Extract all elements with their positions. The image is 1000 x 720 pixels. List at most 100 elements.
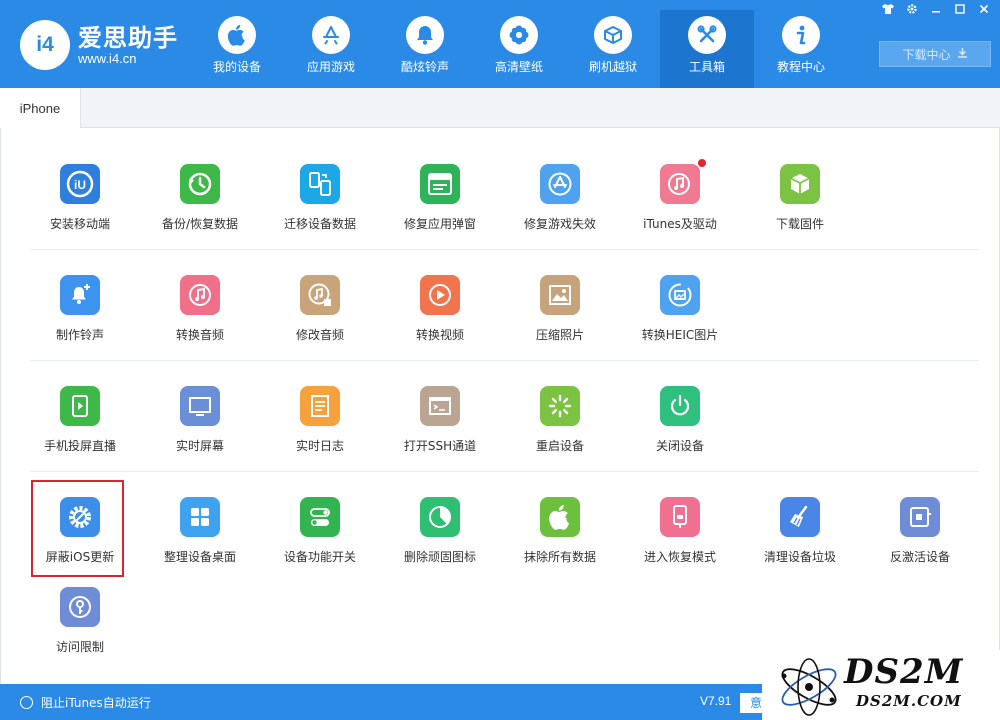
apple-id-icon [420,164,460,204]
tools-icon [688,16,726,54]
tool-label: 删除顽固图标 [403,550,476,564]
update-badge-dot [698,159,706,167]
nav-item-toolbox[interactable]: 工具箱 [660,10,754,88]
tool-label: 转换音频 [175,328,224,342]
tool-open-ssh[interactable]: 打开SSH通道 [380,386,500,486]
tool-convert-heic[interactable]: 转换HEIC图片 [620,275,740,375]
tool-make-ringtone[interactable]: 制作铃声 [20,275,140,375]
tool-label: 迁移设备数据 [283,217,356,231]
tool-download-firmware[interactable]: 下载固件 [740,164,860,264]
grid-icon [180,497,220,537]
tool-shutdown-device[interactable]: 关闭设备 [620,386,740,486]
heic-image-icon [660,275,700,315]
tool-delete-stubborn-icon[interactable]: 删除顽固图标 [380,497,500,597]
audio-edit-icon [300,275,340,315]
nav-item-my-device[interactable]: 我的设备 [190,10,284,80]
tool-label: 清理设备垃圾 [763,550,836,564]
tool-label: 转换HEIC图片 [641,328,719,342]
tool-label: 关闭设备 [655,439,704,453]
tool-label: 安装移动端 [49,217,110,231]
bell-plus-icon [60,275,100,315]
app-store-icon [312,16,350,54]
monitor-icon [180,386,220,426]
logo-mark: i4 [20,20,70,70]
nav-item-tutorials[interactable]: 教程中心 [754,10,848,80]
watermark: DS2M DS2M.COM [762,650,1000,720]
tool-label: 下载固件 [775,217,824,231]
nav-label: 刷机越狱 [588,60,637,74]
tool-label: 整理设备桌面 [163,550,236,564]
svg-text:iU: iU [74,178,86,192]
tool-fix-game[interactable]: 修复游戏失效 [500,164,620,264]
minimize-icon[interactable] [926,3,946,19]
apple-icon [218,16,256,54]
backup-clock-icon [180,164,220,204]
tool-screen-cast[interactable]: 手机投屏直播 [20,386,140,486]
firmware-box-icon [780,164,820,204]
itunes-icon [660,164,700,204]
tool-migrate-data[interactable]: 迁移设备数据 [260,164,380,264]
block-itunes-toggle[interactable]: 阻止iTunes自动运行 [20,694,151,711]
tool-deactivate-device[interactable]: 反激活设备 [860,497,980,597]
nav-label: 应用游戏 [306,60,355,74]
tool-feature-switch[interactable]: 设备功能开关 [260,497,380,597]
atom-orbit-icon [781,658,837,716]
tool-install-mobile[interactable]: iU 安装移动端 [20,164,140,264]
close-icon[interactable] [974,3,994,19]
tool-live-log[interactable]: 实时日志 [260,386,380,486]
box-icon [594,16,632,54]
shirt-icon[interactable] [878,3,898,19]
tool-erase-all-data[interactable]: 抹除所有数据 [500,497,620,597]
tool-label: 进入恢复模式 [643,550,716,564]
photo-icon [540,275,580,315]
nav-item-ringtones[interactable]: 酷炫铃声 [378,10,472,80]
nav-item-flash-jailbreak[interactable]: 刷机越狱 [566,10,660,80]
phone-recovery-icon [660,497,700,537]
app-window: i4 爱思助手 www.i4.cn 我的设备 应用游戏 酷炫铃声 高清壁纸 刷机… [0,0,1000,720]
broom-icon [780,497,820,537]
tool-label: 实时日志 [295,439,344,453]
tool-label: 备份/恢复数据 [161,217,239,231]
tool-recovery-mode[interactable]: 进入恢复模式 [620,497,740,597]
nav-label: 我的设备 [212,60,261,74]
tool-live-screen[interactable]: 实时屏幕 [140,386,260,486]
nav-item-apps-games[interactable]: 应用游戏 [284,10,378,80]
header: i4 爱思助手 www.i4.cn 我的设备 应用游戏 酷炫铃声 高清壁纸 刷机… [0,0,1000,88]
tool-organize-desktop[interactable]: 整理设备桌面 [140,497,260,597]
tool-convert-video[interactable]: 转换视频 [380,275,500,375]
tool-label: 转换视频 [415,328,464,342]
brand-url: www.i4.cn [78,51,137,66]
nav-label: 教程中心 [776,60,825,74]
maximize-icon[interactable] [950,3,970,19]
play-circle-icon [420,275,460,315]
nav-label: 工具箱 [688,60,725,74]
tool-convert-audio[interactable]: 转换音频 [140,275,260,375]
block-itunes-label: 阻止iTunes自动运行 [41,696,151,710]
tool-itunes-driver[interactable]: iTunes及驱动 [620,159,740,264]
tool-access-restriction[interactable]: 访问限制 [20,587,140,687]
tool-compress-photo[interactable]: 压缩照片 [500,275,620,375]
tool-edit-audio[interactable]: 修改音频 [260,275,380,375]
tool-backup-restore[interactable]: 备份/恢复数据 [140,164,260,264]
tool-restart-device[interactable]: 重启设备 [500,386,620,486]
tool-label: 制作铃声 [55,328,104,342]
tool-clean-junk[interactable]: 清理设备垃圾 [740,497,860,597]
terminal-icon [420,386,460,426]
download-center-label: 下载中心 [902,47,951,62]
apple-erase-icon [540,497,580,537]
tool-label: 设备功能开关 [283,550,356,564]
gear-icon[interactable] [902,3,922,19]
download-center-button[interactable]: 下载中心 [879,41,991,67]
tool-label: 修复应用弹窗 [403,217,476,231]
radio-circle-icon [20,696,33,709]
tool-fix-app-popup[interactable]: 修复应用弹窗 [380,164,500,264]
tool-label: 反激活设备 [889,550,950,564]
nav-item-wallpapers[interactable]: 高清壁纸 [472,10,566,80]
cast-tablet-icon [60,386,100,426]
nav-label: 酷炫铃声 [400,60,449,74]
version-label: V7.91 [700,694,732,708]
spinner-icon [540,386,580,426]
tool-label: 打开SSH通道 [403,439,477,453]
tab-iphone[interactable]: iPhone [0,88,81,129]
flower-icon [500,16,538,54]
